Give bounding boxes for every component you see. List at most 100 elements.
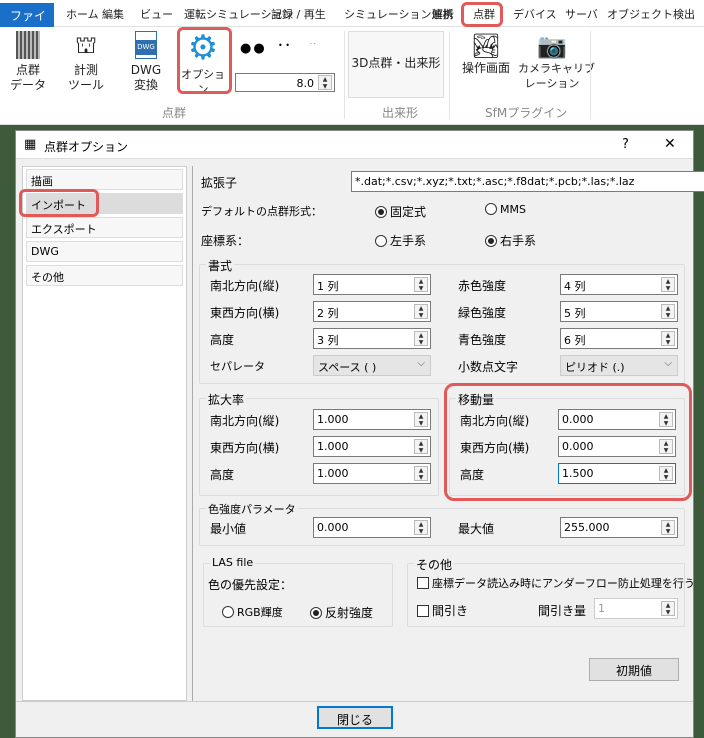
menu-object-detect[interactable]: オブジェクト検出	[607, 6, 695, 22]
chevron-down-icon: ⌵	[417, 358, 425, 369]
highlight-pointcloud-menu	[461, 2, 503, 27]
scale-height-label: 高度	[210, 468, 235, 482]
reset-defaults-button[interactable]: 初期値	[589, 658, 679, 681]
group-title: その他	[414, 556, 455, 573]
photo-tree-icon: 🏞	[470, 32, 502, 60]
point-size-small-icon[interactable]: · ·	[310, 41, 316, 48]
spinner[interactable]: ▲ ▼	[414, 277, 428, 292]
menu-edit[interactable]: 編集	[102, 6, 124, 22]
thinning-checkbox[interactable]: 間引き	[417, 602, 468, 619]
checkbox-label: 間引き	[432, 604, 469, 618]
close-button[interactable]: 閉じる	[317, 706, 393, 729]
menu-server[interactable]: サーバ	[565, 6, 598, 22]
radio-coord-left[interactable]: 左手系	[375, 232, 426, 249]
scale-ns-input[interactable]: 1.000 ▲ ▼	[313, 409, 431, 430]
tab-export[interactable]: エクスポート	[26, 217, 183, 238]
point-size-medium-icon[interactable]: • •	[278, 41, 290, 50]
decimal-char-select[interactable]: ピリオド (.) ⌵	[560, 355, 678, 376]
dwg-file-icon: DWG	[135, 31, 157, 59]
blue-column-label: 青色強度	[458, 333, 507, 347]
spinner[interactable]: ▲ ▼	[661, 277, 675, 292]
ribbon: 点群 データ ⛫ 計測 ツール DWG DWG 変換 ⚙ オプション ●● • …	[0, 27, 704, 125]
point-size-large-icon[interactable]: ●●	[240, 41, 267, 56]
spinner[interactable]: ▲ ▼	[414, 412, 428, 427]
scale-height-input[interactable]: 1.000 ▲ ▼	[313, 463, 431, 484]
spinner[interactable]: ▲ ▼	[661, 304, 675, 319]
spinner[interactable]: ▲ ▼	[661, 331, 675, 346]
menu-home[interactable]: ホーム	[66, 6, 99, 22]
menu-analysis[interactable]: 解析	[432, 6, 454, 22]
menu-bar: ファイル ホーム 編集 ビュー 運転シミュレーション 記録 / 再生 シミュレー…	[0, 0, 704, 40]
radio-rgb[interactable]: RGB輝度	[222, 604, 283, 620]
max-input[interactable]: 255.000 ▲ ▼	[560, 517, 678, 538]
radio-format-mms[interactable]: MMS	[485, 203, 526, 216]
underflow-checkbox[interactable]: 座標データ読込み時にアンダーフロー防止処理を行う	[417, 575, 695, 591]
ew-column-input[interactable]: 2 列 ▲ ▼	[313, 301, 431, 322]
dekigata-button[interactable]: 3D点群・出来形	[348, 31, 444, 98]
radio-label: 右手系	[500, 234, 537, 248]
pointcloud-icon	[16, 31, 40, 59]
radio-format-fixed[interactable]: 固定式	[375, 203, 426, 220]
spinner[interactable]: ▲ ▼	[414, 439, 428, 454]
group-label-sfm: SfMプラグイン	[485, 106, 568, 120]
dialog-titlebar: ▦ 点群オプション ? ✕	[16, 131, 693, 159]
highlight-import-tab	[19, 189, 99, 217]
pointcloud-data-label: 点群 データ	[9, 63, 46, 92]
divider	[344, 31, 345, 119]
help-button[interactable]: ?	[622, 137, 629, 152]
default-format-label: デフォルトの点群形式：	[201, 205, 322, 218]
tab-drawing[interactable]: 描画	[26, 169, 183, 190]
spinner[interactable]: ▲ ▼	[414, 520, 428, 535]
group-title: 書式	[206, 257, 235, 274]
separator-select[interactable]: スペース ( ) ⌵	[313, 355, 431, 376]
radio-reflectance[interactable]: 反射強度	[310, 604, 373, 621]
height-column-input[interactable]: 3 列 ▲ ▼	[313, 328, 431, 349]
point-size-input[interactable]: 8.0 ▲ ▼	[235, 73, 335, 92]
value: ピリオド (.)	[565, 361, 625, 374]
camera-calibration-button[interactable]: 📷 カメラキャリブ レーション	[518, 31, 595, 91]
dwg-convert-button[interactable]: DWG DWG 変換	[126, 31, 166, 93]
value: 1.000	[317, 413, 349, 426]
color-priority-label: 色の優先設定：	[208, 578, 293, 592]
point-size-spinner[interactable]: ▲ ▼	[318, 75, 332, 90]
value: 1	[598, 602, 605, 615]
measure-tool-button[interactable]: ⛫ 計測 ツール	[66, 31, 106, 93]
dialog-title: 点群オプション	[44, 140, 129, 154]
separator-label: セパレータ	[210, 360, 265, 373]
tab-dwg[interactable]: DWG	[26, 241, 183, 262]
radio-coord-right[interactable]: 右手系	[485, 232, 536, 249]
thinning-amount-input[interactable]: 1 ▲ ▼	[594, 598, 678, 619]
checkbox-label: 座標データ読込み時にアンダーフロー防止処理を行う	[432, 577, 695, 590]
decimal-char-label: 小数点文字	[458, 360, 519, 374]
spinner[interactable]: ▲ ▼	[661, 601, 675, 616]
scale-ew-label: 東西方向(横)	[210, 441, 280, 455]
menu-record[interactable]: 記録 / 再生	[271, 6, 326, 22]
red-column-input[interactable]: 4 列 ▲ ▼	[560, 274, 678, 295]
operation-screen-button[interactable]: 🏞 操作画面	[454, 31, 518, 76]
menu-file[interactable]: ファイル	[0, 3, 54, 40]
green-column-label: 緑色強度	[458, 306, 507, 320]
menu-device[interactable]: デバイス	[513, 6, 557, 22]
menu-view[interactable]: ビュー	[140, 6, 173, 22]
group-label-pointcloud: 点群	[162, 106, 187, 120]
extension-input[interactable]: *.dat;*.csv;*.xyz;*.txt;*.asc;*.f8dat;*.…	[351, 171, 704, 192]
scale-ew-input[interactable]: 1.000 ▲ ▼	[313, 436, 431, 457]
ns-column-input[interactable]: 1 列 ▲ ▼	[313, 274, 431, 295]
tab-other[interactable]: その他	[26, 265, 183, 286]
ns-column-label: 南北方向(縦)	[210, 279, 280, 293]
blue-column-input[interactable]: 6 列 ▲ ▼	[560, 328, 678, 349]
spinner[interactable]: ▲ ▼	[661, 520, 675, 535]
chevron-down-icon: ⌵	[664, 358, 672, 369]
value: 255.000	[564, 521, 610, 534]
extension-label: 拡張子	[201, 176, 238, 190]
min-input[interactable]: 0.000 ▲ ▼	[313, 517, 431, 538]
pointcloud-data-button[interactable]: 点群 データ	[8, 31, 48, 93]
value: 2 列	[317, 307, 339, 320]
thinning-amount-label: 間引き量	[538, 604, 587, 618]
spinner[interactable]: ▲ ▼	[414, 304, 428, 319]
close-icon[interactable]: ✕	[664, 136, 676, 152]
spinner[interactable]: ▲ ▼	[414, 466, 428, 481]
green-column-input[interactable]: 5 列 ▲ ▼	[560, 301, 678, 322]
ew-column-label: 東西方向(横)	[210, 306, 280, 320]
spinner[interactable]: ▲ ▼	[414, 331, 428, 346]
